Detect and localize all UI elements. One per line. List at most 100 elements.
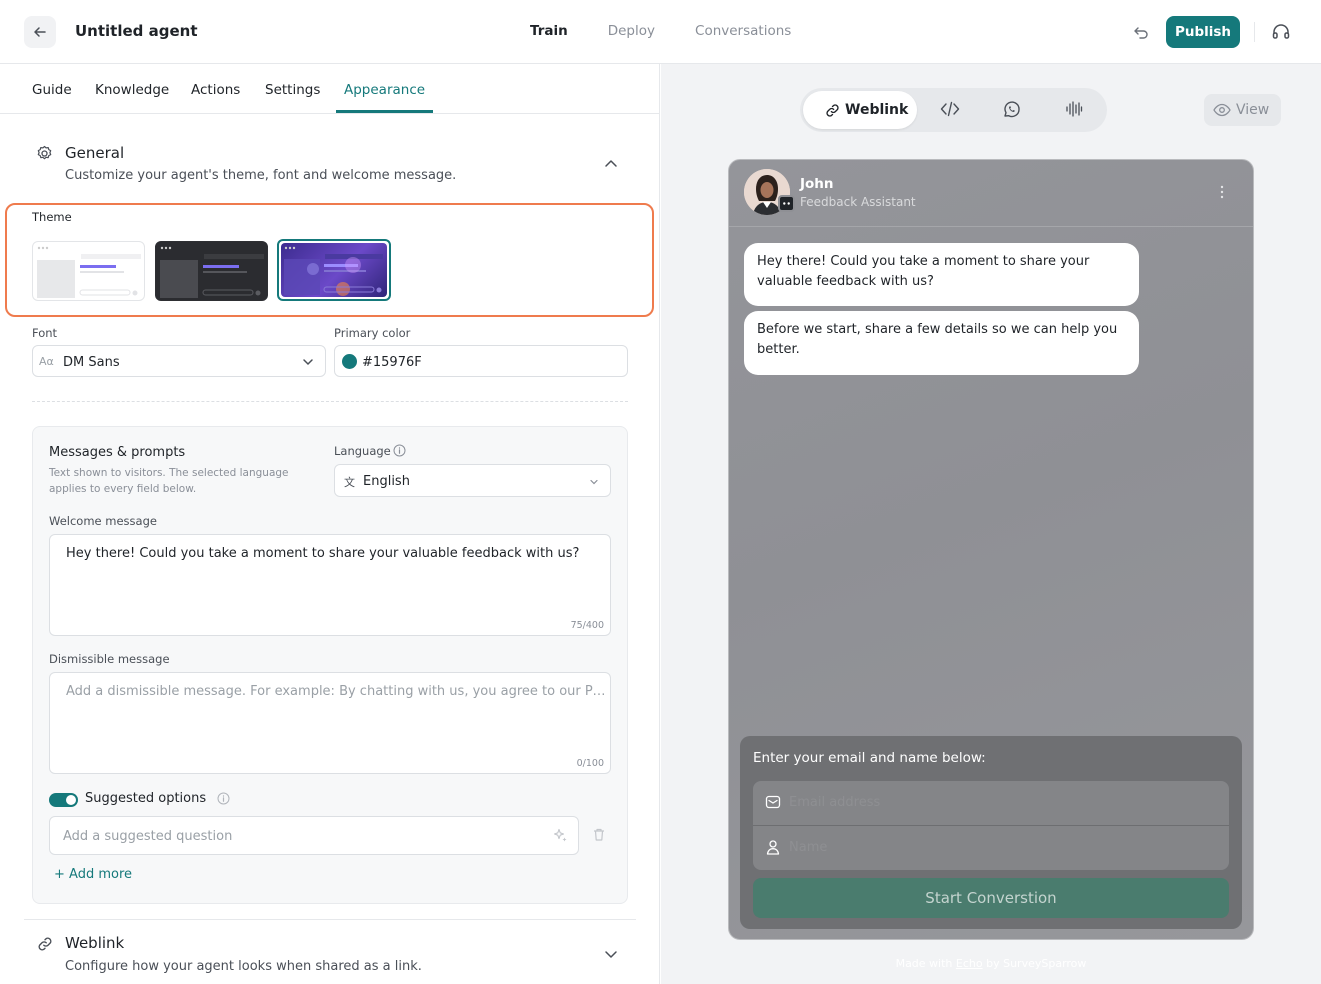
info-icon[interactable] (217, 792, 230, 809)
chat-preview: John Feedback Assistant Hey there! Could… (728, 159, 1254, 940)
welcome-label: Welcome message (49, 514, 157, 528)
font-label: Font (32, 326, 58, 340)
link-icon (37, 936, 53, 956)
divider (24, 919, 636, 920)
back-button[interactable] (24, 16, 56, 48)
tab-conversations[interactable]: Conversations (695, 23, 791, 39)
tab-knowledge[interactable]: Knowledge (95, 82, 169, 98)
language-select[interactable]: 文 English (334, 464, 611, 497)
chat-bubble: Hey there! Could you take a moment to sh… (744, 243, 1139, 306)
mail-icon (765, 795, 781, 813)
headset-icon[interactable] (1271, 22, 1291, 46)
primary-color-input[interactable]: #15976F (334, 345, 628, 377)
theme-option-dark[interactable] (155, 241, 268, 301)
lead-form: Enter your email and name below: Email a… (740, 736, 1242, 929)
email-input[interactable]: Email address (789, 795, 880, 810)
chat-header: John Feedback Assistant (729, 160, 1253, 227)
suggested-question-input[interactable]: Add a suggested question (49, 816, 579, 855)
lead-form-title: Enter your email and name below: (753, 750, 986, 766)
tab-deploy[interactable]: Deploy (608, 23, 655, 39)
suggested-options-toggle[interactable] (49, 793, 78, 807)
preview-panel: Weblink View John Feedback Assistant Hey… (661, 64, 1321, 984)
channel-weblink[interactable]: Weblink (803, 91, 917, 129)
add-more-link[interactable]: + Add more (54, 867, 132, 882)
whatsapp-icon[interactable] (1002, 100, 1021, 123)
footer-brand-link[interactable]: Echo (956, 957, 983, 970)
primary-color-value: #15976F (362, 355, 422, 370)
start-conversation-button[interactable]: Start Converstion (753, 878, 1229, 918)
trash-icon[interactable] (592, 827, 606, 846)
view-button[interactable]: View (1204, 94, 1281, 126)
channel-switcher: Weblink (800, 88, 1107, 132)
chevron-down-icon[interactable] (603, 948, 619, 964)
chat-bubble: Before we start, share a few details so … (744, 311, 1139, 375)
more-vertical-icon[interactable] (1219, 184, 1225, 204)
bot-badge-icon (778, 195, 795, 212)
language-value: English (363, 474, 410, 489)
general-section-title: General (65, 144, 125, 162)
code-icon[interactable] (940, 100, 960, 122)
theme-option-gradient[interactable] (277, 239, 391, 301)
gear-icon (36, 145, 53, 166)
suggested-options-label: Suggested options (85, 791, 207, 806)
welcome-message-value: Hey there! Could you take a moment to sh… (66, 546, 580, 561)
font-select[interactable]: Aα DM Sans (32, 345, 326, 377)
publish-button[interactable]: Publish (1166, 16, 1240, 48)
divider (1254, 22, 1255, 42)
language-label: Language (334, 444, 391, 458)
info-icon[interactable] (393, 444, 406, 461)
lead-form-fields: Email address Name (753, 781, 1229, 870)
tab-settings[interactable]: Settings (265, 82, 320, 98)
font-value: DM Sans (63, 355, 120, 370)
general-section-subtitle: Customize your agent's theme, font and w… (65, 168, 457, 183)
divider (753, 825, 1229, 826)
chevron-down-icon (589, 475, 599, 490)
link-icon (825, 103, 840, 122)
char-count: 75/400 (570, 620, 604, 631)
weblink-section-subtitle: Configure how your agent looks when shar… (65, 959, 422, 974)
theme-option-light[interactable] (32, 241, 145, 301)
divider (32, 401, 628, 402)
chevron-up-icon[interactable] (603, 158, 619, 174)
active-tab-indicator (336, 110, 433, 113)
footer-credit: Made with Echo by SurveySparrow (661, 957, 1321, 970)
top-bar: Untitled agent Train Deploy Conversation… (0, 0, 1321, 64)
primary-color-label: Primary color (334, 326, 411, 340)
footer-prefix: Made with (895, 957, 953, 970)
agent-name: John (800, 176, 834, 192)
translate-icon: 文 (344, 476, 355, 489)
sparkle-icon[interactable] (553, 828, 568, 847)
agent-title[interactable]: Untitled agent (75, 22, 198, 40)
weblink-section-title: Weblink (65, 934, 125, 952)
tab-appearance[interactable]: Appearance (344, 82, 425, 98)
voice-icon[interactable] (1065, 100, 1083, 122)
font-icon: Aα (39, 355, 54, 368)
view-label: View (1236, 102, 1270, 118)
sub-tabs: Guide Knowledge Actions Settings Appeara… (0, 64, 659, 114)
arrow-left-icon (34, 27, 46, 37)
dismissible-message-field[interactable]: Add a dismissible message. For example: … (49, 672, 611, 774)
dismissible-placeholder: Add a dismissible message. For example: … (66, 684, 606, 699)
name-input[interactable]: Name (789, 840, 827, 855)
welcome-message-field[interactable]: Hey there! Could you take a moment to sh… (49, 534, 611, 636)
tab-train[interactable]: Train (530, 23, 568, 39)
undo-icon[interactable] (1133, 23, 1150, 44)
char-count: 0/100 (576, 758, 604, 769)
top-tabs: Train Deploy Conversations (530, 23, 831, 39)
tab-actions[interactable]: Actions (191, 82, 240, 98)
messages-subtitle: Text shown to visitors. The selected lan… (49, 467, 289, 495)
footer-suffix: by SurveySparrow (986, 957, 1087, 970)
chevron-down-icon (302, 356, 314, 371)
messages-card: Messages & prompts Text shown to visitor… (32, 426, 628, 904)
dismissible-label: Dismissible message (49, 652, 170, 666)
suggested-question-placeholder: Add a suggested question (63, 829, 233, 844)
eye-icon (1213, 103, 1231, 121)
settings-panel: Guide Knowledge Actions Settings Appeara… (0, 64, 660, 984)
messages-title: Messages & prompts (49, 445, 186, 460)
channel-weblink-label: Weblink (845, 102, 909, 118)
user-icon (765, 839, 781, 859)
color-swatch[interactable] (342, 354, 357, 369)
theme-label: Theme (32, 210, 72, 224)
agent-role: Feedback Assistant (800, 195, 916, 209)
tab-guide[interactable]: Guide (32, 82, 72, 98)
